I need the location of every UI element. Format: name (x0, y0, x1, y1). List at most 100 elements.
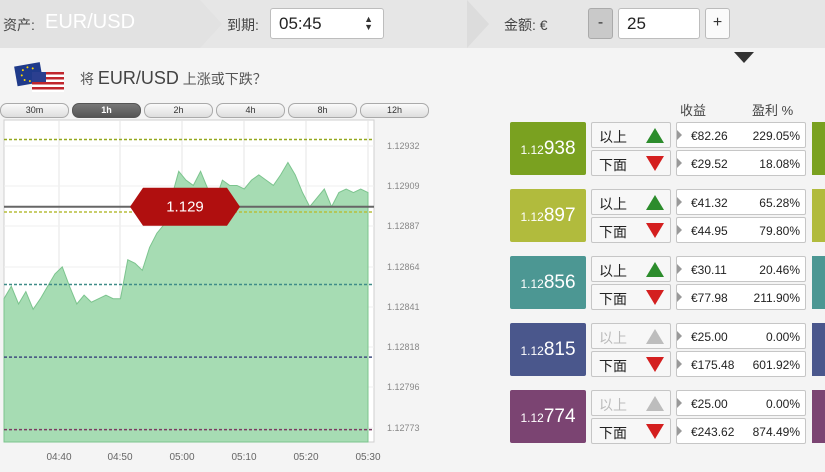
expiry-select[interactable]: 05:45 ▲ ▼ (270, 8, 384, 39)
current-price-label: 1.129 (166, 199, 204, 216)
y-tick-label: 1.12841 (387, 302, 420, 312)
put-button[interactable]: 下面 (591, 217, 671, 243)
strike-price-tile[interactable]: 1.12938 (510, 122, 586, 175)
put-payout: €243.62 874.49% (676, 418, 806, 444)
strike-color-bar (812, 189, 825, 242)
amount-input[interactable]: 25 (618, 8, 700, 39)
payout-percent: 20.46% (759, 263, 800, 277)
strike-prefix: 1.12 (520, 277, 544, 291)
price-chart[interactable]: 1.12932 1.12909 1.12887 1.12864 1.12841 1.128… (0, 118, 440, 472)
call-button: 以上 (591, 390, 671, 416)
eur-usd-flag-icon (14, 62, 64, 92)
tab-8h[interactable]: 8h (288, 103, 357, 118)
strike-price-tile[interactable]: 1.12897 (510, 189, 586, 242)
put-button[interactable]: 下面 (591, 351, 671, 377)
y-tick-label: 1.12796 (387, 382, 420, 392)
question-prefix: 将 (80, 71, 94, 87)
payout-amount: €25.00 (691, 330, 728, 344)
arrow-up-icon (646, 396, 664, 411)
put-button[interactable]: 下面 (591, 284, 671, 310)
caret-icon (677, 359, 682, 369)
payout-amount: €44.95 (691, 224, 728, 238)
question-text: 将 EUR/USD 上涨或下跌？ (80, 68, 267, 89)
put-payout: €29.52 18.08% (676, 150, 806, 176)
payout-amount: €41.32 (691, 196, 728, 210)
strike-price-tile[interactable]: 1.12774 (510, 390, 586, 443)
payout-percent: 211.90% (753, 291, 800, 305)
put-label: 下面 (599, 157, 627, 173)
arrow-down-icon (646, 290, 664, 305)
call-label: 以上 (599, 330, 627, 346)
call-payout: €30.11 20.46% (676, 256, 806, 282)
y-tick-label: 1.12864 (387, 262, 420, 272)
y-tick-label: 1.12818 (387, 342, 420, 352)
tab-4h[interactable]: 4h (216, 103, 285, 118)
decrease-amount-button[interactable]: - (588, 8, 613, 39)
strike-price-tile[interactable]: 1.12856 (510, 256, 586, 309)
payout-percent: 65.28% (759, 196, 800, 210)
asset-chevron (200, 0, 222, 48)
arrow-up-icon (646, 329, 664, 344)
tab-1h[interactable]: 1h (72, 103, 141, 118)
put-button[interactable]: 下面 (591, 418, 671, 444)
call-button[interactable]: 以上 (591, 122, 671, 148)
strike-suffix: 897 (543, 205, 576, 226)
arrow-down-icon (646, 424, 664, 439)
dropdown-indicator-icon[interactable] (734, 52, 754, 63)
call-label: 以上 (599, 196, 627, 212)
tab-30m[interactable]: 30m (0, 103, 69, 118)
call-label: 以上 (599, 397, 627, 413)
increase-amount-button[interactable]: + (705, 8, 730, 39)
payout-amount: €82.26 (691, 129, 728, 143)
y-tick-label: 1.12932 (387, 141, 420, 151)
put-payout: €44.95 79.80% (676, 217, 806, 243)
payout-amount: €25.00 (691, 397, 728, 411)
asset-label: 资产: (3, 17, 35, 33)
x-tick-label: 05:20 (293, 452, 318, 463)
select-arrows-icon: ▲ ▼ (364, 14, 373, 32)
strike-price-tile[interactable]: 1.12815 (510, 323, 586, 376)
call-button[interactable]: 以上 (591, 256, 671, 282)
caret-icon (677, 225, 682, 235)
strike-suffix: 815 (543, 339, 576, 360)
strike-color-bar (812, 256, 825, 309)
arrow-down-icon (646, 223, 664, 238)
payout-amount: €29.52 (691, 157, 728, 171)
caret-icon (677, 158, 682, 168)
question-asset: EUR/USD (97, 68, 179, 88)
call-payout: €41.32 65.28% (676, 189, 806, 215)
put-label: 下面 (599, 425, 627, 441)
put-label: 下面 (599, 291, 627, 307)
put-label: 下面 (599, 358, 627, 374)
caret-icon (677, 130, 682, 140)
tab-2h[interactable]: 2h (144, 103, 213, 118)
strike-suffix: 938 (543, 138, 576, 159)
asset-value[interactable]: EUR/USD (45, 11, 135, 34)
strike-color-bar (812, 122, 825, 175)
payout-percent: 601.92% (752, 358, 800, 372)
caret-icon (677, 398, 682, 408)
call-button[interactable]: 以上 (591, 189, 671, 215)
payout-amount: €243.62 (691, 425, 735, 439)
payout-percent: 79.80% (759, 224, 800, 238)
payout-percent: 0.00% (765, 330, 800, 344)
x-tick-label: 05:00 (169, 452, 194, 463)
y-tick-label: 1.12773 (387, 423, 420, 433)
expiry-value: 05:45 (279, 14, 322, 33)
payout-percent: 874.49% (752, 425, 800, 439)
y-tick-label: 1.12909 (387, 181, 420, 191)
payout-percent: 0.00% (765, 397, 800, 411)
timeframe-tabs: 30m 1h 2h 4h 8h 12h (0, 103, 432, 118)
put-button[interactable]: 下面 (591, 150, 671, 176)
strike-suffix: 774 (543, 406, 576, 427)
arrow-up-icon (646, 195, 664, 210)
trading-app: 资产: EUR/USD 到期: 05:45 ▲ ▼ 金额: € - 25 + 将 … (0, 0, 825, 472)
question-suffix: 上涨或下跌？ (182, 71, 267, 87)
call-payout: €25.00 0.00% (676, 323, 806, 349)
tab-12h[interactable]: 12h (360, 103, 429, 118)
put-payout: €175.48 601.92% (676, 351, 806, 377)
arrow-down-icon (646, 357, 664, 372)
x-tick-label: 05:30 (355, 452, 380, 463)
strike-prefix: 1.12 (520, 344, 544, 358)
y-tick-label: 1.12887 (387, 221, 420, 231)
